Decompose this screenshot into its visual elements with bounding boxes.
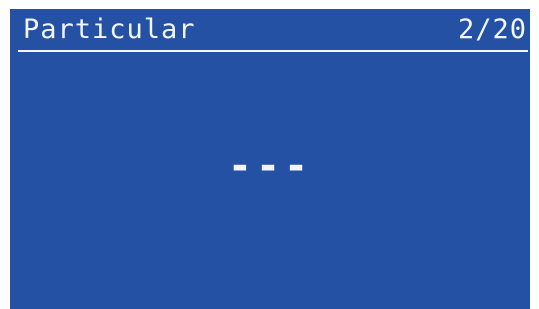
lcd-screen: Particular 2/20 --- — [10, 9, 530, 309]
page-indicator: 2/20 — [457, 14, 527, 45]
screen-title: Particular — [23, 14, 196, 45]
reading-value: --- — [227, 143, 313, 189]
header-divider — [18, 50, 528, 52]
